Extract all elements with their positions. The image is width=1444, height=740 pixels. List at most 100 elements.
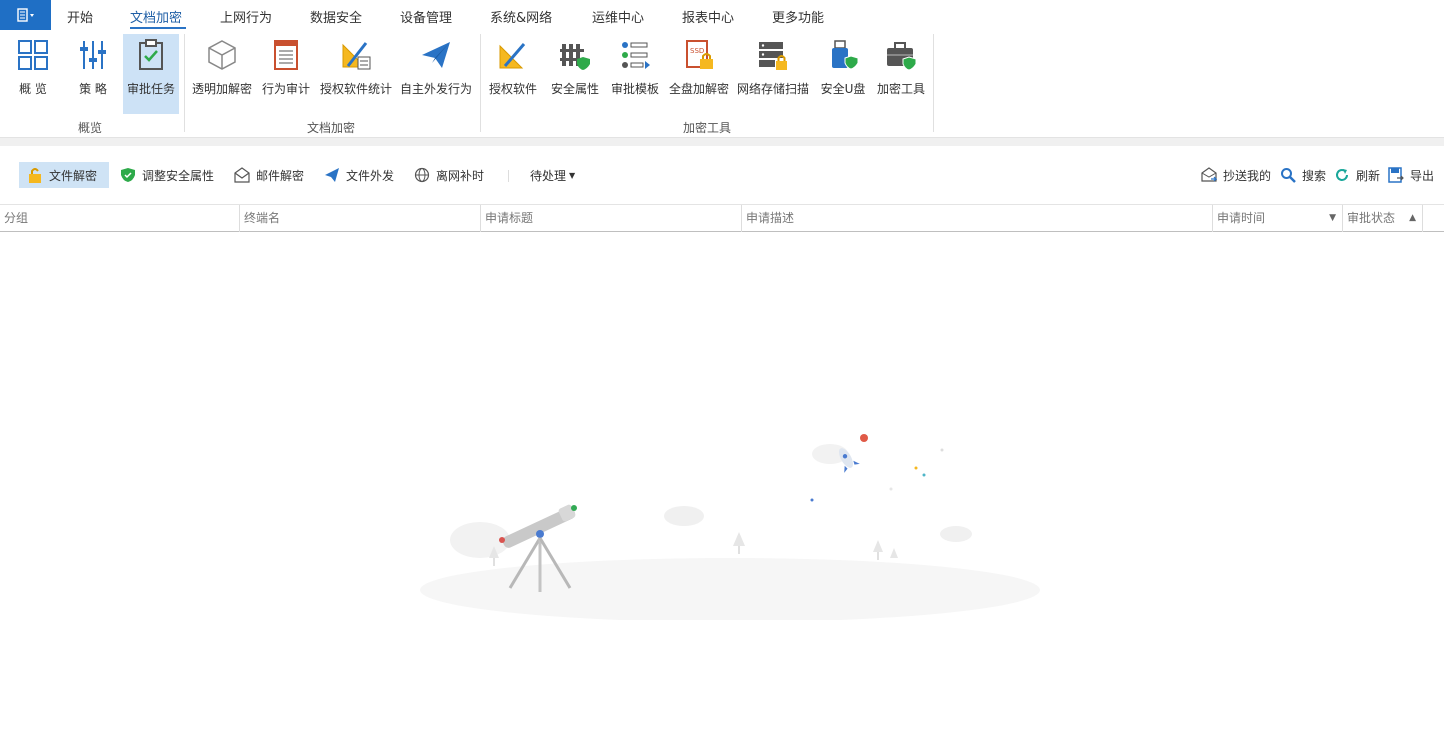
export-icon <box>1388 167 1404 183</box>
adjust-security-attributes-label: 调整安全属性 <box>142 168 215 183</box>
column-header-group[interactable]: 分组 <box>0 205 240 232</box>
offline-time-extension-label: 离网补时 <box>436 168 485 183</box>
active-menu-indicator <box>130 27 186 29</box>
licensed-software-stats-label: 授权软件统计 <box>319 82 392 96</box>
column-header-request-title[interactable]: 申请标题 <box>481 205 742 232</box>
transparent-encryption-label: 透明加解密 <box>191 82 252 96</box>
policy-label: 策 略 <box>79 82 107 96</box>
policy-button[interactable]: 策 略 <box>68 34 118 112</box>
sort-desc-icon[interactable]: ▼ <box>1329 205 1336 232</box>
approval-task-button[interactable]: 审批任务 <box>123 34 179 114</box>
fence-shield-icon <box>558 38 592 72</box>
overview-label: 概 览 <box>19 82 47 96</box>
toolbox-shield-icon <box>884 38 918 72</box>
secure-usb-label: 安全U盘 <box>820 82 866 96</box>
search-button[interactable]: 搜索 <box>1272 162 1334 188</box>
self-outbound-behavior-label: 自主外发行为 <box>399 82 472 96</box>
refresh-icon <box>1334 167 1350 183</box>
svg-text:SSD: SSD <box>690 47 704 55</box>
column-header-terminal-name[interactable]: 终端名 <box>240 205 481 232</box>
column-header-approval-status[interactable]: 审批状态 ▲ <box>1343 205 1423 232</box>
grid-icon <box>16 38 50 72</box>
shield-icon <box>120 167 136 183</box>
file-outbound-label: 文件外发 <box>346 168 395 183</box>
behavior-audit-label: 行为审计 <box>261 82 310 96</box>
group-label-encryption-tools: 加密工具 <box>683 121 732 135</box>
column-header-request-time[interactable]: 申请时间 ▼ <box>1213 205 1343 232</box>
menu-item-web-behavior[interactable]: 上网行为 <box>220 7 272 26</box>
network-storage-scan-button[interactable]: 网络存储扫描 <box>735 34 811 112</box>
security-attributes-label: 安全属性 <box>550 82 599 96</box>
action-toolbar: 文件解密 调整安全属性 邮件解密 文件外发 离网补时 待处理 ▼ 抄送我的 搜索… <box>0 146 1444 204</box>
file-decrypt-button[interactable]: 文件解密 <box>19 162 109 188</box>
ruler-pencil-icon <box>496 38 530 72</box>
menu-item-system-network[interactable]: 系统&网络 <box>490 7 552 26</box>
group-divider <box>480 34 481 132</box>
approval-template-button[interactable]: 审批模板 <box>608 34 662 112</box>
document-list-icon <box>269 38 303 72</box>
secure-usb-button[interactable]: 安全U盘 <box>817 34 869 112</box>
ribbon-separator-strip <box>0 138 1444 146</box>
menu-item-device-management[interactable]: 设备管理 <box>400 7 452 26</box>
full-disk-encryption-button[interactable]: SSD 全盘加解密 <box>667 34 731 112</box>
group-label-doc-encryption: 文档加密 <box>307 121 356 135</box>
empty-state-illustration <box>420 434 1040 620</box>
email-decrypt-label: 邮件解密 <box>256 168 305 183</box>
refresh-button[interactable]: 刷新 <box>1326 162 1388 188</box>
overview-button[interactable]: 概 览 <box>8 34 58 112</box>
transparent-encryption-button[interactable]: 透明加解密 <box>190 34 254 112</box>
padlock-open-icon <box>27 167 43 183</box>
globe-icon <box>414 167 430 183</box>
search-label: 搜索 <box>1302 168 1327 183</box>
licensed-software-label: 授权软件 <box>488 82 537 96</box>
export-button[interactable]: 导出 <box>1380 162 1442 188</box>
server-lock-icon <box>756 38 790 72</box>
menu-item-more-functions[interactable]: 更多功能 <box>772 7 824 26</box>
paper-plane-icon <box>324 167 340 183</box>
encryption-tool-button[interactable]: 加密工具 <box>874 34 928 112</box>
clipboard-check-icon <box>134 38 168 72</box>
licensed-software-button[interactable]: 授权软件 <box>486 34 540 112</box>
table-header: 分组 终端名 申请标题 申请描述 申请时间 ▼ 审批状态 ▲ <box>0 204 1444 232</box>
ssd-lock-icon: SSD <box>682 38 716 72</box>
app-menu-button[interactable] <box>0 0 51 30</box>
menu-item-start[interactable]: 开始 <box>67 7 93 26</box>
status-filter-value: 待处理 <box>530 168 567 183</box>
menu-item-data-security[interactable]: 数据安全 <box>310 7 362 26</box>
menu-item-ops-center[interactable]: 运维中心 <box>592 7 644 26</box>
full-disk-encryption-label: 全盘加解密 <box>668 82 729 96</box>
toolbar-divider <box>508 170 509 182</box>
menu-item-doc-encryption[interactable]: 文档加密 <box>130 7 182 26</box>
group-divider <box>933 34 934 132</box>
network-storage-scan-label: 网络存储扫描 <box>736 82 809 96</box>
search-icon <box>1280 167 1296 183</box>
cc-to-me-label: 抄送我的 <box>1223 168 1272 183</box>
sort-asc-icon[interactable]: ▲ <box>1409 205 1416 232</box>
caret-down-icon: ▼ <box>569 170 576 180</box>
usb-shield-icon <box>826 38 860 72</box>
group-label-overview: 概览 <box>78 121 103 135</box>
email-decrypt-button[interactable]: 邮件解密 <box>226 162 312 188</box>
ribbon: 概 览 策 略 审批任务 概览 透明加解密 行为审计 授权软件统计 自主外发行为… <box>0 32 1444 138</box>
template-list-icon <box>618 38 652 72</box>
licensed-software-stats-button[interactable]: 授权软件统计 <box>318 34 394 112</box>
menu-item-report-center[interactable]: 报表中心 <box>682 7 734 26</box>
column-header-request-description[interactable]: 申请描述 <box>742 205 1213 232</box>
file-outbound-button[interactable]: 文件外发 <box>316 162 402 188</box>
security-attributes-button[interactable]: 安全属性 <box>548 34 602 112</box>
refresh-label: 刷新 <box>1356 168 1381 183</box>
status-filter-dropdown[interactable]: 待处理 ▼ <box>522 162 583 188</box>
approval-task-label: 审批任务 <box>126 82 175 96</box>
export-label: 导出 <box>1410 168 1435 183</box>
behavior-audit-button[interactable]: 行为审计 <box>259 34 313 112</box>
cc-to-me-button[interactable]: 抄送我的 <box>1193 162 1279 188</box>
encryption-tool-label: 加密工具 <box>876 82 925 96</box>
menu-bar: 开始 文档加密 上网行为 数据安全 设备管理 系统&网络 运维中心 报表中心 更… <box>0 0 1444 32</box>
self-outbound-behavior-button[interactable]: 自主外发行为 <box>398 34 474 112</box>
offline-time-extension-button[interactable]: 离网补时 <box>406 162 492 188</box>
adjust-security-attributes-button[interactable]: 调整安全属性 <box>112 162 222 188</box>
group-divider <box>184 34 185 132</box>
approval-template-label: 审批模板 <box>610 82 659 96</box>
cube-icon <box>205 38 239 72</box>
file-decrypt-label: 文件解密 <box>49 168 98 183</box>
